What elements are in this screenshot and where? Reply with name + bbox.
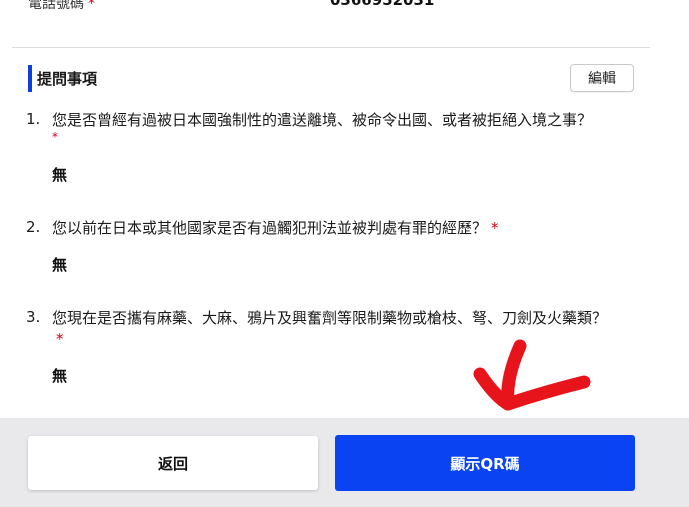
divider [12, 47, 650, 48]
question-answer: 無 [52, 256, 68, 274]
back-button[interactable]: 返回 [28, 436, 318, 490]
required-mark: * [491, 219, 499, 237]
show-qr-code-button[interactable]: 顯示QR碼 [335, 435, 635, 491]
section-title: 提問事項 [37, 70, 98, 88]
question-answer: 無 [52, 367, 68, 385]
section-accent-bar [28, 65, 32, 92]
required-mark: * [88, 0, 95, 12]
required-mark: * [56, 330, 64, 348]
questions-section-header: 提問事項 編輯 [28, 64, 634, 94]
red-hand-drawn-arrow-icon [473, 339, 591, 411]
phone-row: 電話號碼 * 0366952031 [0, 0, 689, 14]
question-text: 您以前在日本或其他國家是否有過觸犯刑法並被判處有罪的經歷？ * [52, 219, 499, 237]
phone-value: 0366952031 [330, 0, 435, 9]
edit-button[interactable]: 編輯 [570, 64, 634, 92]
phone-label: 電話號碼 * [28, 0, 95, 13]
required-mark: * [52, 130, 58, 144]
question-answer: 無 [52, 166, 68, 184]
footer-bar: 返回 顯示QR碼 [0, 418, 689, 507]
question-number: 3. [26, 308, 41, 326]
question-number: 1. [26, 110, 41, 128]
question-number: 2. [26, 218, 41, 236]
question-text: 您是否曾經有過被日本國強制性的遣送離境、被命令出國、或者被拒絕入境之事？ [52, 111, 593, 129]
